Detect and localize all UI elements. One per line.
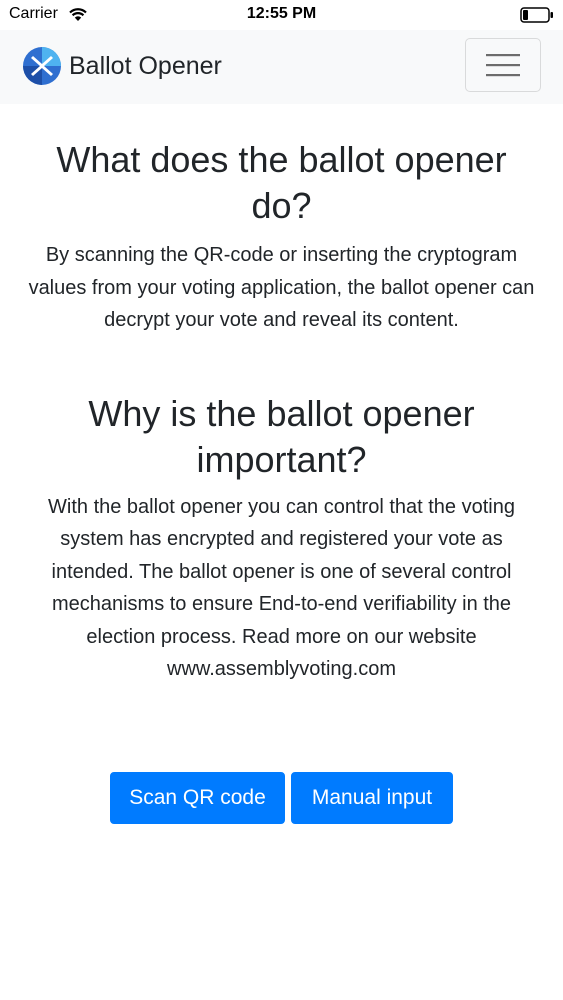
status-bar: Carrier 12:55 PM xyxy=(0,0,563,30)
clock-label: 12:55 PM xyxy=(246,5,317,22)
navbar: Ballot Opener xyxy=(0,30,563,104)
hamburger-menu-icon xyxy=(486,54,520,77)
scan-qr-button[interactable]: Scan QR code xyxy=(110,772,285,824)
section-title-what: What does the ballot opener do? xyxy=(56,139,507,226)
section-title-why: Why is the ballot opener important? xyxy=(88,392,475,480)
section-body-why: With the ballot opener you can control t… xyxy=(48,495,515,681)
main-content: What does the ballot opener do? By scann… xyxy=(0,104,563,686)
brand-title: Ballot Opener xyxy=(69,51,222,80)
battery-icon xyxy=(520,7,553,23)
action-buttons: Scan QR code Manual input xyxy=(0,772,563,824)
assembly-voting-logo-icon xyxy=(23,47,61,85)
section-body-what: By scanning the QR-code or inserting the… xyxy=(28,244,535,331)
menu-toggle-button[interactable] xyxy=(465,38,541,92)
brand-link[interactable]: Ballot Opener xyxy=(22,45,222,87)
manual-input-button[interactable]: Manual input xyxy=(291,772,453,824)
